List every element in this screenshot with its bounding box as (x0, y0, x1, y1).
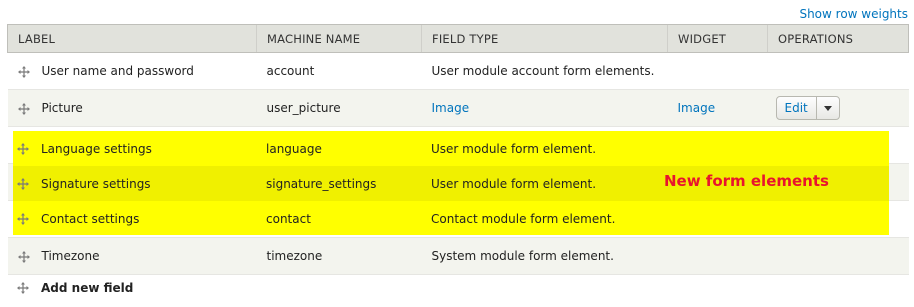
row-label-cell: Contact settings (17, 212, 139, 226)
drag-handle-icon[interactable] (17, 212, 29, 225)
edit-button[interactable]: Edit (777, 97, 816, 119)
row-widget: Image (667, 89, 768, 127)
row-machine-name: account (256, 52, 422, 90)
widget-link[interactable]: Image (678, 101, 716, 115)
row-field-type: User module account form elements. (421, 52, 668, 90)
row-field-type: System module form element. (421, 237, 668, 275)
dropdown-toggle[interactable] (815, 97, 839, 119)
table-header-row: LABEL MACHINE NAME FIELD TYPE WIDGET OPE… (7, 24, 909, 53)
header-operations: OPERATIONS (767, 24, 909, 53)
drag-handle-icon[interactable] (17, 250, 30, 263)
table-row: Picture user_picture Image Image Edit (7, 89, 909, 127)
drag-handle-icon[interactable] (17, 142, 29, 155)
row-label-cell: Signature settings (17, 177, 151, 191)
row-operations (767, 52, 909, 90)
table-row: Timezone timezone System module form ele… (7, 237, 909, 275)
row-machine-name: timezone (256, 237, 422, 275)
row-label: User name and password (41, 64, 194, 78)
row-label-cell: Language settings (17, 142, 152, 156)
show-row-weights-link[interactable]: Show row weights (799, 7, 908, 21)
table-row: User name and password account User modu… (7, 52, 909, 90)
drag-handle-icon[interactable] (17, 65, 30, 78)
caret-down-icon (823, 105, 832, 111)
row-label: Signature settings (41, 176, 151, 191)
row-label-cell: Timezone (7, 237, 257, 275)
row-operations (767, 237, 909, 275)
add-new-field-row: Add new field (17, 281, 133, 295)
row-machine-name: language (266, 141, 322, 156)
row-operations: Edit (767, 89, 909, 127)
row-widget (667, 52, 768, 90)
header-widget: WIDGET (667, 24, 768, 53)
row-label-cell: User name and password (7, 52, 257, 90)
row-widget (667, 237, 768, 275)
row-machine-name: contact (266, 211, 311, 226)
table-row: Contact settings contact Contact module … (7, 201, 908, 236)
row-field-type: Image (421, 89, 668, 127)
row-label: Language settings (41, 141, 152, 156)
table-row: Language settings language User module f… (7, 131, 908, 166)
row-machine-name: user_picture (256, 89, 422, 127)
row-field-type: User module form element. (431, 176, 597, 191)
row-label-cell: Picture (7, 89, 257, 127)
row-machine-name: signature_settings (266, 176, 377, 191)
add-new-field-label: Add new field (41, 281, 134, 295)
row-field-type: Contact module form element. (431, 211, 616, 226)
drag-handle-icon[interactable] (17, 282, 29, 294)
row-label: Picture (41, 101, 83, 115)
header-machine-name: MACHINE NAME (256, 24, 422, 53)
header-label: LABEL (7, 24, 257, 53)
drag-handle-icon[interactable] (17, 177, 29, 190)
row-label: Timezone (41, 249, 100, 263)
drag-handle-icon[interactable] (17, 102, 30, 115)
row-label: Contact settings (41, 211, 140, 226)
operations-dropbutton: Edit (775, 96, 840, 120)
row-field-type: User module form element. (431, 141, 597, 156)
header-field-type: FIELD TYPE (421, 24, 668, 53)
new-form-elements-note: New form elements (664, 172, 829, 190)
field-type-link[interactable]: Image (432, 101, 470, 115)
